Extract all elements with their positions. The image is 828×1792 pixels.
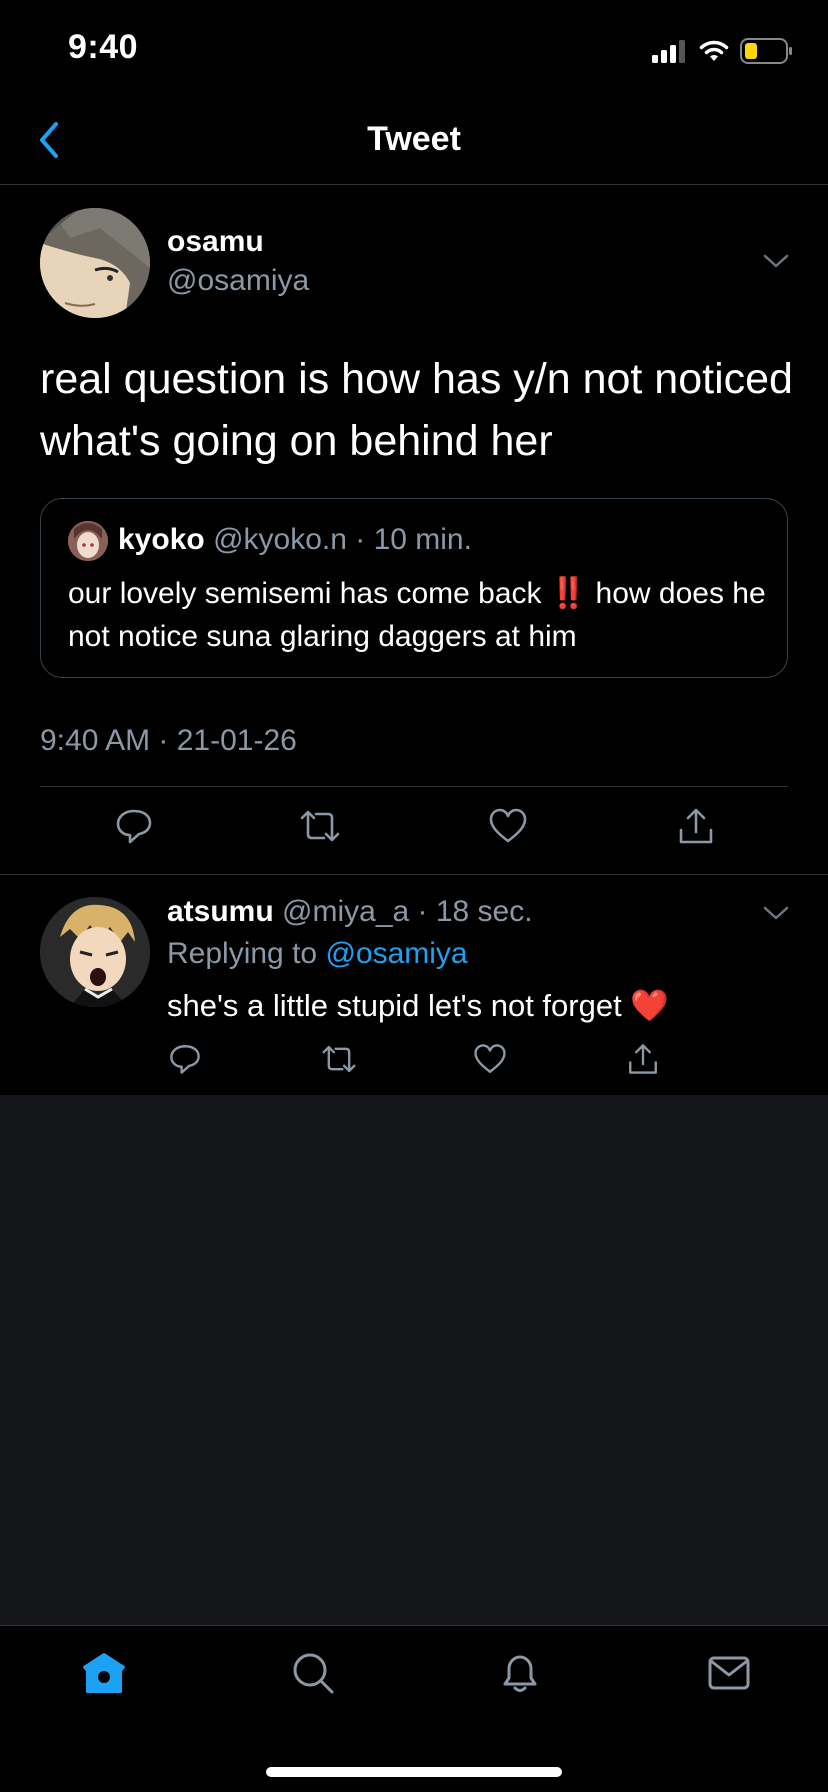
replying-to: Replying to @osamiya: [167, 937, 468, 971]
home-indicator[interactable]: [266, 1767, 562, 1777]
search-icon: [293, 1653, 334, 1694]
reply-options-button[interactable]: [762, 904, 790, 922]
home-icon: [83, 1653, 125, 1693]
quoted-avatar: [68, 521, 108, 561]
reply-share-button[interactable]: [626, 1042, 660, 1076]
chevron-down-icon: [763, 254, 789, 268]
tweet-timestamp: 9:40 AM · 21-01-26: [40, 724, 297, 757]
like-icon: [489, 808, 527, 843]
reply-avatar-image: [40, 897, 150, 1007]
reply-like-button[interactable]: [473, 1042, 507, 1076]
retweet-icon: [322, 1045, 356, 1073]
reply-text: she's a little stupid let's not forget ❤…: [167, 987, 669, 1024]
reply-icon: [170, 1045, 200, 1074]
tab-notifications[interactable]: [497, 1650, 543, 1696]
share-icon: [679, 808, 713, 844]
page-title: Tweet: [367, 120, 461, 158]
reply-author-name[interactable]: atsumu: [167, 895, 274, 928]
quoted-author-name: kyoko: [118, 523, 205, 556]
reply-header: atsumu @miya_a · 18 sec.: [167, 895, 533, 929]
avatar-image: [40, 208, 150, 318]
avatar[interactable]: [40, 208, 150, 318]
double-exclamation-emoji: ‼️: [549, 577, 588, 610]
author-name[interactable]: osamu: [167, 225, 264, 259]
tweet-divider: [0, 874, 828, 875]
bell-icon: [503, 1655, 537, 1692]
battery-icon: [740, 38, 794, 64]
quoted-author-meta: @kyoko.n · 10 min.: [213, 523, 472, 556]
mail-icon: [708, 1656, 750, 1690]
like-icon: [474, 1044, 506, 1073]
reply-button[interactable]: [114, 806, 154, 846]
reply-text-body: she's a little stupid let's not forget: [167, 988, 631, 1023]
quoted-text: our lovely semisemi has come back ‼️ how…: [68, 572, 780, 658]
like-button[interactable]: [488, 806, 528, 846]
reply-reply-button[interactable]: [168, 1042, 202, 1076]
tab-messages[interactable]: [706, 1650, 752, 1696]
replying-prefix: Replying to: [167, 937, 326, 970]
chevron-down-icon: [763, 906, 789, 920]
tab-home[interactable]: [81, 1650, 127, 1696]
header-divider: [0, 184, 828, 185]
tweet-text: real question is how has y/n not noticed…: [40, 355, 793, 465]
replying-mention-link[interactable]: @osamiya: [325, 937, 467, 970]
tab-search[interactable]: [290, 1650, 336, 1696]
share-button[interactable]: [676, 806, 716, 846]
author-handle[interactable]: @osamiya: [167, 264, 309, 298]
reply-icon: [116, 809, 152, 844]
heart-emoji: ❤️: [630, 988, 669, 1023]
signal-icon: [652, 39, 688, 63]
quoted-avatar-image: [68, 521, 108, 561]
retweet-button[interactable]: [298, 806, 340, 846]
wifi-icon: [698, 39, 730, 63]
reply-retweet-button[interactable]: [320, 1042, 356, 1076]
status-time: 9:40: [68, 28, 139, 66]
quoted-text-start: our lovely semisemi has come back: [68, 577, 550, 610]
reply-author-meta: @miya_a · 18 sec.: [282, 895, 533, 928]
share-icon: [629, 1044, 657, 1074]
empty-timeline-area: [0, 1095, 828, 1625]
tweet-options-button[interactable]: [762, 252, 790, 270]
timestamp-divider: [40, 786, 788, 787]
status-icons: [652, 36, 794, 66]
retweet-icon: [300, 810, 340, 842]
quoted-header: kyoko @kyoko.n · 10 min.: [118, 523, 472, 557]
reply-avatar[interactable]: [40, 897, 150, 1007]
